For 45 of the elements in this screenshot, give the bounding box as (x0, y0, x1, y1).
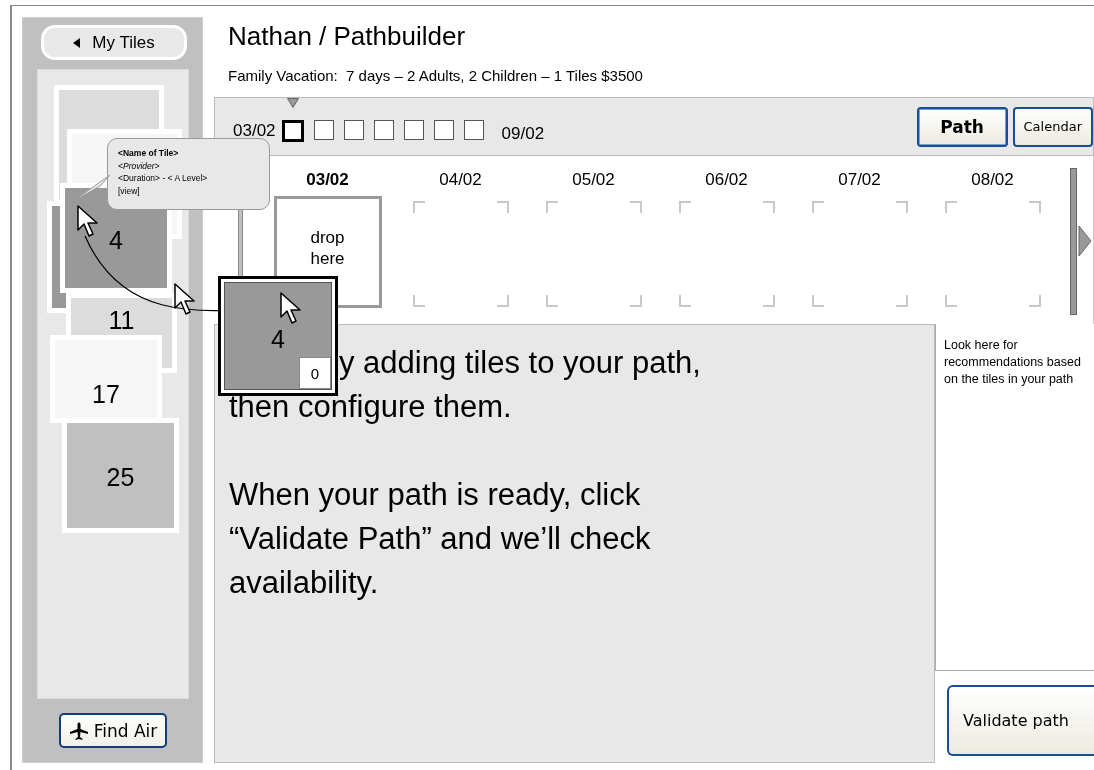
instruction-text: When your path is ready, click “Validate Path” and we’ll check availability. (229, 476, 652, 602)
tile-number: 4 (109, 226, 123, 255)
tile-number: 11 (108, 306, 135, 335)
view-toggle-button[interactable]: Path (916, 106, 1008, 147)
tile-count-field[interactable]: 0 (299, 357, 331, 389)
tile-number: 25 (106, 463, 135, 492)
day-box[interactable] (403, 119, 424, 140)
airplane-icon (68, 720, 89, 741)
day-box[interactable] (343, 119, 364, 140)
cursor-icon (174, 283, 198, 317)
tile-number: 17 (92, 380, 120, 409)
tooltip-tile-name: <Name of Tile> (118, 147, 180, 160)
cursor-icon (280, 292, 304, 326)
date-heading: 07/02 (838, 170, 881, 191)
date-heading: 04/02 (439, 170, 482, 191)
recommendations-text: Look here for recommendations based on the tiles in your path (944, 337, 1082, 388)
day-box[interactable] (373, 119, 394, 140)
my-tiles-button[interactable]: My Tiles (41, 25, 187, 60)
scroll-right-arrow-icon[interactable] (1078, 225, 1092, 257)
cursor-icon (77, 205, 101, 239)
day-box[interactable] (313, 119, 334, 140)
date-heading: 06/02 (705, 170, 748, 191)
tile-number: 4 (271, 325, 285, 355)
tooltip-provider: <Provider> (118, 159, 161, 172)
day-marker-icon (286, 97, 299, 108)
trip-summary: Family Vacation: 7 days – 2 Adults, 2 Children – 1 Tiles $3500 (228, 67, 644, 86)
day-box[interactable] (463, 119, 484, 140)
tile-card[interactable]: 17 (50, 335, 162, 423)
date-heading: 05/02 (572, 170, 615, 191)
page-title: Nathan / Pathbuilder (228, 21, 467, 53)
tile-card[interactable]: 25 (62, 418, 179, 533)
day-box[interactable] (433, 119, 454, 140)
dragged-tile[interactable]: 4 0 (218, 276, 338, 396)
validate-path-button[interactable]: Validate path (947, 685, 1094, 756)
tooltip-detail: <Duration> - < A Level> (118, 172, 209, 185)
drop-hint: drop here (309, 227, 346, 269)
date-heading: 08/02 (971, 170, 1014, 191)
date-heading: 03/02 (306, 170, 349, 191)
day-box[interactable] (281, 119, 304, 142)
back-arrow-icon (73, 37, 81, 48)
start-date: 03/02 (233, 120, 276, 141)
find-air-button[interactable]: Find Air (58, 713, 168, 748)
view-toggle-button[interactable]: Calendar (1012, 106, 1093, 147)
end-date: 09/02 (501, 123, 545, 144)
instruction-text: y adding tiles to your path, (339, 344, 702, 382)
